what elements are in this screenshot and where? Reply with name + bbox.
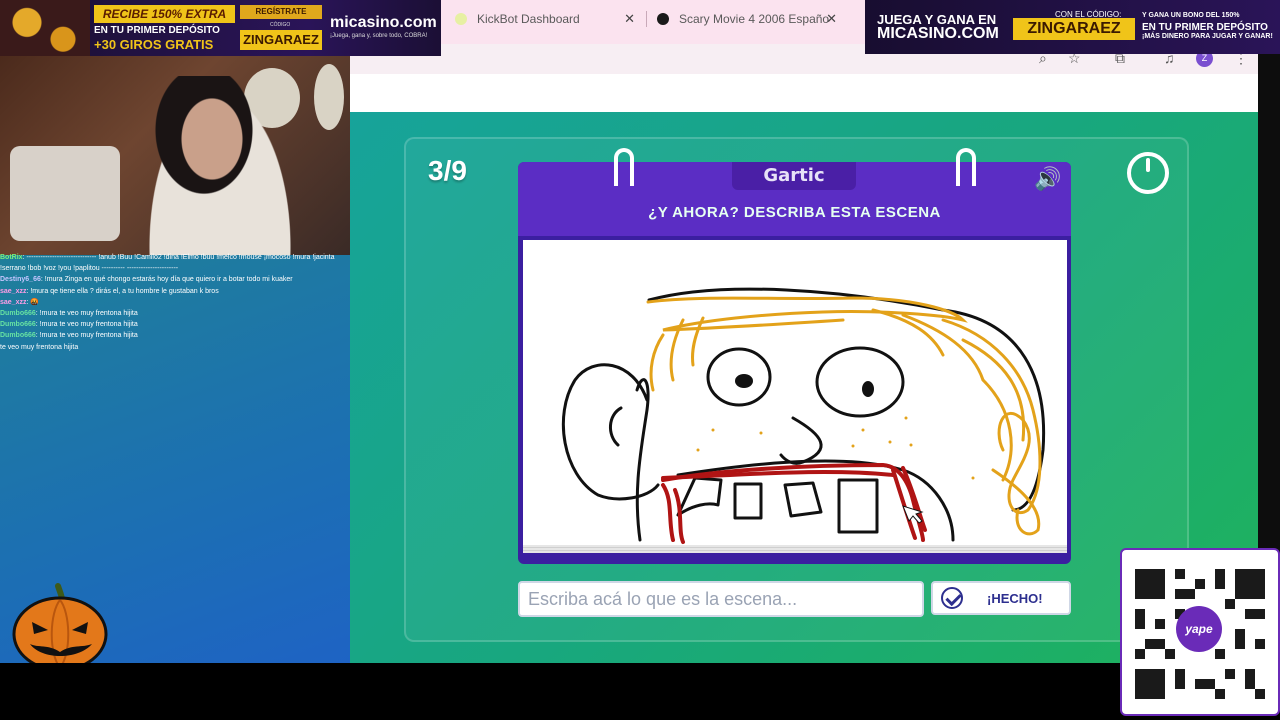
checkmark-icon	[941, 587, 963, 609]
wall-clock-image	[314, 64, 344, 130]
answer-input[interactable]	[518, 581, 924, 617]
binder-ring-icon	[956, 148, 976, 186]
done-button[interactable]: ¡HECHO!	[931, 581, 1071, 615]
instruction-text: ¿Y AHORA? DESCRIBA ESTA ESCENA	[648, 204, 941, 221]
chat-message: Dumbo666: !mura te veo muy frentona hiji…	[0, 321, 138, 329]
scrollbar-area	[1258, 54, 1280, 554]
tooth	[676, 476, 723, 517]
webcam-feed	[0, 56, 350, 255]
table-image	[10, 146, 120, 241]
tab-scary-movie[interactable]: Scary Movie 4 2006 Españo ✕	[657, 6, 837, 32]
ad-deposit-line: EN TU PRIMER DEPÓSITO	[1142, 22, 1268, 33]
ad-offer-subline: EN TU PRIMER DEPÓSITO	[94, 25, 220, 36]
volume-icon[interactable]: 🔊	[1034, 166, 1061, 192]
head-outline-left	[635, 378, 650, 542]
tab-title: KickBot Dashboard	[477, 12, 580, 26]
ad-code-label: CÓDIGO	[270, 22, 291, 28]
tab-title: Scary Movie 4 2006 Españo	[679, 12, 830, 26]
hair-strand	[961, 338, 1041, 536]
hair-scribble	[646, 296, 1042, 536]
chat-message: sae_xzz: 🤬	[0, 298, 40, 306]
tab-separator	[646, 11, 647, 27]
ad-promo-code: ZINGARAEZ	[1013, 18, 1135, 40]
close-tab-icon[interactable]: ✕	[826, 11, 837, 27]
round-counter: 3/9	[428, 155, 467, 186]
pumpkin-icon	[12, 583, 108, 672]
ad-offer-spins: +30 GIROS GRATIS	[94, 37, 214, 52]
stream-screen: KickBot Dashboard ✕ Scary Movie 4 2006 E…	[0, 0, 1280, 720]
pupils	[735, 374, 874, 397]
tooth	[733, 482, 763, 520]
binder-ring-icon	[614, 148, 634, 186]
movie-favicon-icon	[657, 13, 669, 25]
ear-inner	[609, 406, 623, 447]
gartic-logo: Gartic	[732, 162, 856, 190]
tooth	[837, 478, 879, 534]
streamer-image	[140, 76, 300, 255]
right-pupil	[862, 381, 874, 397]
chat-message: Destiny6_66: !mura Zinga en qué chongo e…	[0, 276, 293, 284]
kickbot-favicon-icon	[455, 13, 467, 25]
ad-banner-left[interactable]: RECIBE 150% EXTRA EN TU PRIMER DEPÓSITO …	[0, 0, 441, 56]
hair-strand	[871, 308, 985, 382]
ad-money-line: ¡MÁS DINERO PARA JUGAR Y GANAR!	[1142, 33, 1273, 40]
done-label: ¡HECHO!	[987, 590, 1043, 606]
tab-kickbot-dashboard[interactable]: KickBot Dashboard ✕	[455, 6, 635, 32]
page-header-strip	[350, 74, 1258, 112]
tooth	[783, 481, 823, 518]
ad-banner-right[interactable]: JUEGA Y GANA EN MICASINO.COM CON EL CÓDI…	[865, 0, 1280, 54]
left-pupil	[735, 374, 753, 388]
timer-icon	[1127, 152, 1169, 194]
bottom-bar	[0, 663, 1280, 720]
nose	[779, 416, 823, 465]
right-eye	[815, 346, 905, 418]
chat-message: te veo muy frentona hijita	[0, 343, 79, 351]
chat-message: BotRix: ------------------------------ !…	[0, 254, 335, 273]
micasino-logo: micasino.com	[330, 14, 437, 31]
coins-image	[0, 0, 90, 56]
drawing-canvas	[523, 240, 1067, 545]
ad-tagline: ¡Juega, gana y, sobre todo, COBRA!	[330, 33, 428, 39]
ad-promo-code: ZINGARAEZ	[240, 30, 322, 50]
ad-bonus-line: Y GANA UN BONO DEL 150%	[1142, 12, 1240, 19]
chat-message: sae_xzz: !mura qe tiene ella ? dirás el,…	[0, 287, 219, 295]
drawing	[561, 287, 1046, 544]
chat-message: Dumbo666: !mura te veo muy frentona hiji…	[0, 309, 138, 317]
blood-drip	[661, 483, 685, 544]
stream-chat: BotRix: ------------------------------ !…	[0, 252, 350, 353]
ad-offer-headline: RECIBE 150% EXTRA	[94, 5, 235, 23]
hair-strand	[941, 318, 1042, 514]
chat-message: Dumbo666: !mura te veo muy frentona hiji…	[0, 332, 138, 340]
yape-logo: yape	[1176, 606, 1222, 652]
close-tab-icon[interactable]: ✕	[624, 11, 635, 27]
ad-register-button[interactable]: REGÍSTRATE	[240, 5, 322, 19]
ad-site: MICASINO.COM	[877, 25, 999, 42]
sketchbook-page-edge	[523, 545, 1067, 553]
